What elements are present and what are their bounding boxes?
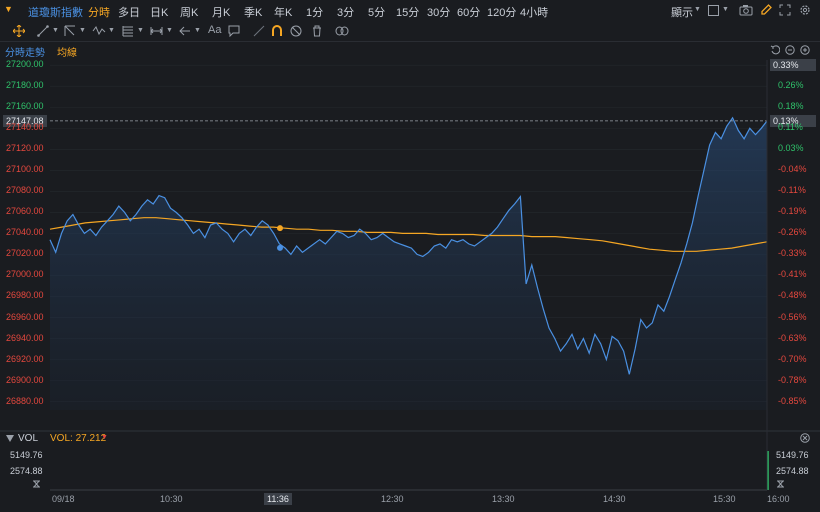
y-tick-label-left: 26940.00 [6,332,44,343]
y-tick-label-left: 27120.00 [6,143,44,154]
close-icon[interactable] [800,433,810,443]
collapse-triangle-icon[interactable] [5,434,15,443]
y-tick-label-right: -0.41% [778,269,807,280]
y-tick-label-right: -0.56% [778,311,807,322]
y-tick-label-right: -0.26% [778,227,807,238]
x-tick-label: 09/18 [52,494,75,504]
price-chart[interactable] [0,0,820,512]
y-tick-label-left: 27180.00 [6,80,44,91]
y-tick-label-right: 0.18% [778,101,804,112]
y-tick-label-right: -0.04% [778,164,807,175]
y-tick-label-left: 27160.00 [6,101,44,112]
volume-dropdown-icon[interactable]: ▼ [101,434,108,441]
price-area-fill [50,117,767,411]
x-tick-label: 13:30 [492,494,515,504]
y-tick-label-left: 26980.00 [6,290,44,301]
y-tick-label-right: -0.63% [778,332,807,343]
x-tick-label: 15:30 [713,494,736,504]
volume-tick-left-high: 5149.76 [10,450,43,460]
volume-tick-right-mid: 2574.88 [776,466,809,476]
y-tick-label-left: 27000.00 [6,269,44,280]
volume-tick-left-mid: 2574.88 [10,466,43,476]
price-marker-dot [277,244,283,251]
volume-value: VOL: 27.212 [50,433,107,444]
y-tick-label-right: 0.33% [770,59,816,72]
y-tick-label-right: -0.70% [778,353,807,364]
y-tick-label-left: 27200.00 [6,59,44,70]
y-tick-label-right: -0.48% [778,290,807,301]
x-crosshair-time-label: 11:36 [264,493,292,505]
y-tick-label-left: 27100.00 [6,164,44,175]
y-tick-label-right: 0.11% [778,122,803,133]
y-tick-label-right: -0.85% [778,395,807,406]
average-marker-dot [277,225,283,232]
volume-tick-right-high: 5149.76 [776,450,809,460]
x-tick-label: 16:00 [767,494,790,504]
y-tick-label-left: 26880.00 [6,395,44,406]
y-tick-label-right: 0.26% [778,80,804,91]
y-tick-label-right: -0.33% [778,248,807,259]
x-tick-label: 12:30 [381,494,404,504]
x-tick-label: 10:30 [160,494,183,504]
y-tick-label-right: 0.03% [778,143,804,154]
volume-scale-right-icon [777,480,784,488]
y-tick-label-right: -0.78% [778,374,807,385]
x-tick-label: 14:30 [603,494,626,504]
y-tick-label-right: -0.11% [778,185,806,196]
y-tick-label-left: 27060.00 [6,206,44,217]
y-tick-label-left: 26900.00 [6,374,44,385]
y-tick-label-left: 27080.00 [6,185,44,196]
y-tick-label-right: -0.19% [778,206,807,217]
y-tick-label-left: 27040.00 [6,227,44,238]
y-tick-label-left: 26960.00 [6,311,44,322]
y-tick-label-left: 26920.00 [6,353,44,364]
volume-scale-left-icon [33,480,40,488]
y-tick-label-left: 27020.00 [6,248,44,259]
y-tick-label-left: 27140.00 [6,122,44,133]
volume-indicator-name[interactable]: VOL [18,433,38,444]
